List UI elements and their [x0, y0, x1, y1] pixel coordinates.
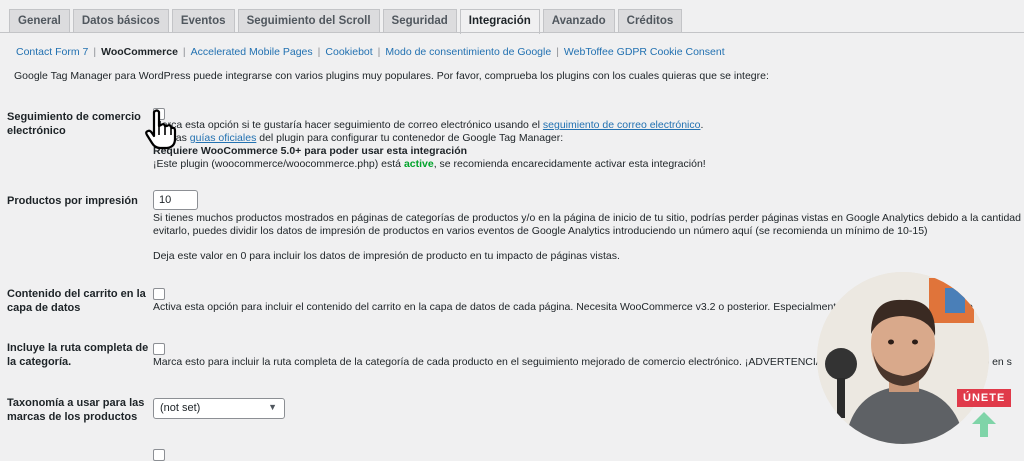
taxonomy-select[interactable]: (not set) ▼ [153, 398, 285, 419]
ecommerce-desc-2: Lee las guías oficiales del plugin para … [153, 132, 564, 144]
ecommerce-requirement: Requiere WooCommerce 5.0+ para poder usa… [153, 145, 468, 157]
ecommerce-label-line1: Seguimiento de comercio [7, 111, 141, 123]
intro-text: Google Tag Manager para WordPress puede … [14, 70, 769, 82]
tab-integracion[interactable]: Integración [459, 9, 540, 34]
subnav-separator: | [93, 46, 97, 58]
impressions-input[interactable]: 10 [153, 190, 198, 210]
subnav-woocommerce[interactable]: WooCommerce [101, 46, 178, 58]
ecommerce-label: Seguimiento de comercio electrónico [7, 110, 141, 138]
subnav-separator: | [556, 46, 559, 58]
subnav-webtoffee[interactable]: WebToffee GDPR Cookie Consent [564, 46, 725, 58]
ecommerce-desc-1: Marca esta opción si te gustaría hacer s… [153, 119, 704, 131]
plugin-status-active: active [403, 158, 434, 170]
subnav-separator: | [317, 46, 321, 58]
tab-datos-basicos[interactable]: Datos básicos [72, 9, 169, 33]
cart-label-line2: capa de datos [7, 302, 81, 314]
ecommerce-tracking-link[interactable]: seguimiento de correo electrónico [543, 119, 701, 131]
subnav-separator: | [377, 46, 381, 58]
taxonomy-selected-value: (not set) [160, 402, 201, 414]
integration-subnav: Contact Form 7 | WooCommerce | Accelerated M… [16, 46, 725, 58]
subnav-amp[interactable]: Accelerated Mobile Pages [191, 46, 313, 58]
cart-label: Contenido del carrito en la capa de dato… [7, 287, 146, 315]
ecommerce-label-line2: electrónico [7, 125, 66, 137]
webcam-overlay [817, 272, 989, 444]
chevron-down-icon: ▼ [268, 402, 277, 412]
join-badge: ÚNETE [957, 389, 1012, 407]
category-path-label-line1: Incluye la ruta completa de [7, 342, 149, 354]
subnav-separator: | [182, 46, 186, 58]
tab-eventos[interactable]: Eventos [171, 9, 235, 33]
impressions-desc-1: Si tienes muchos productos mostrados en … [153, 212, 1024, 224]
arrow-up-icon [972, 412, 996, 437]
taxonomy-label: Taxonomía a usar para las marcas de los … [7, 396, 144, 424]
subnav-google-consent[interactable]: Modo de consentimiento de Google [385, 46, 551, 58]
presenter-avatar [817, 272, 989, 444]
category-path-label: Incluye la ruta completa de la categoría… [7, 341, 148, 369]
tab-divider [0, 32, 1024, 33]
subnav-contact-form-7[interactable]: Contact Form 7 [16, 46, 88, 58]
impressions-desc-2: evitarlo, puedes dividir los datos de im… [153, 225, 928, 237]
tab-seguridad[interactable]: Seguridad [382, 9, 457, 33]
category-path-checkbox[interactable] [153, 343, 165, 355]
tab-scroll[interactable]: Seguimiento del Scroll [237, 9, 380, 33]
tab-bar: General Datos básicos Eventos Seguimient… [9, 9, 683, 34]
next-row-checkbox[interactable] [153, 449, 165, 461]
tab-creditos[interactable]: Créditos [617, 9, 683, 33]
tab-avanzado[interactable]: Avanzado [542, 9, 615, 33]
cart-label-line1: Contenido del carrito en la [7, 288, 146, 300]
hand-cursor-icon [145, 109, 177, 150]
tab-general[interactable]: General [9, 9, 70, 33]
ecommerce-status: ¡Este plugin (woocommerce/woocommerce.ph… [153, 158, 706, 170]
category-path-label-line2: la categoría. [7, 356, 72, 368]
subnav-cookiebot[interactable]: Cookiebot [325, 46, 372, 58]
taxonomy-label-line1: Taxonomía a usar para las [7, 397, 145, 409]
official-guides-link[interactable]: guías oficiales [190, 132, 257, 144]
cart-checkbox[interactable] [153, 288, 165, 300]
taxonomy-label-line2: marcas de los productos [7, 411, 138, 423]
impressions-label: Productos por impresión [7, 195, 138, 207]
impressions-desc-3: Deja este valor en 0 para incluir los da… [153, 250, 620, 262]
